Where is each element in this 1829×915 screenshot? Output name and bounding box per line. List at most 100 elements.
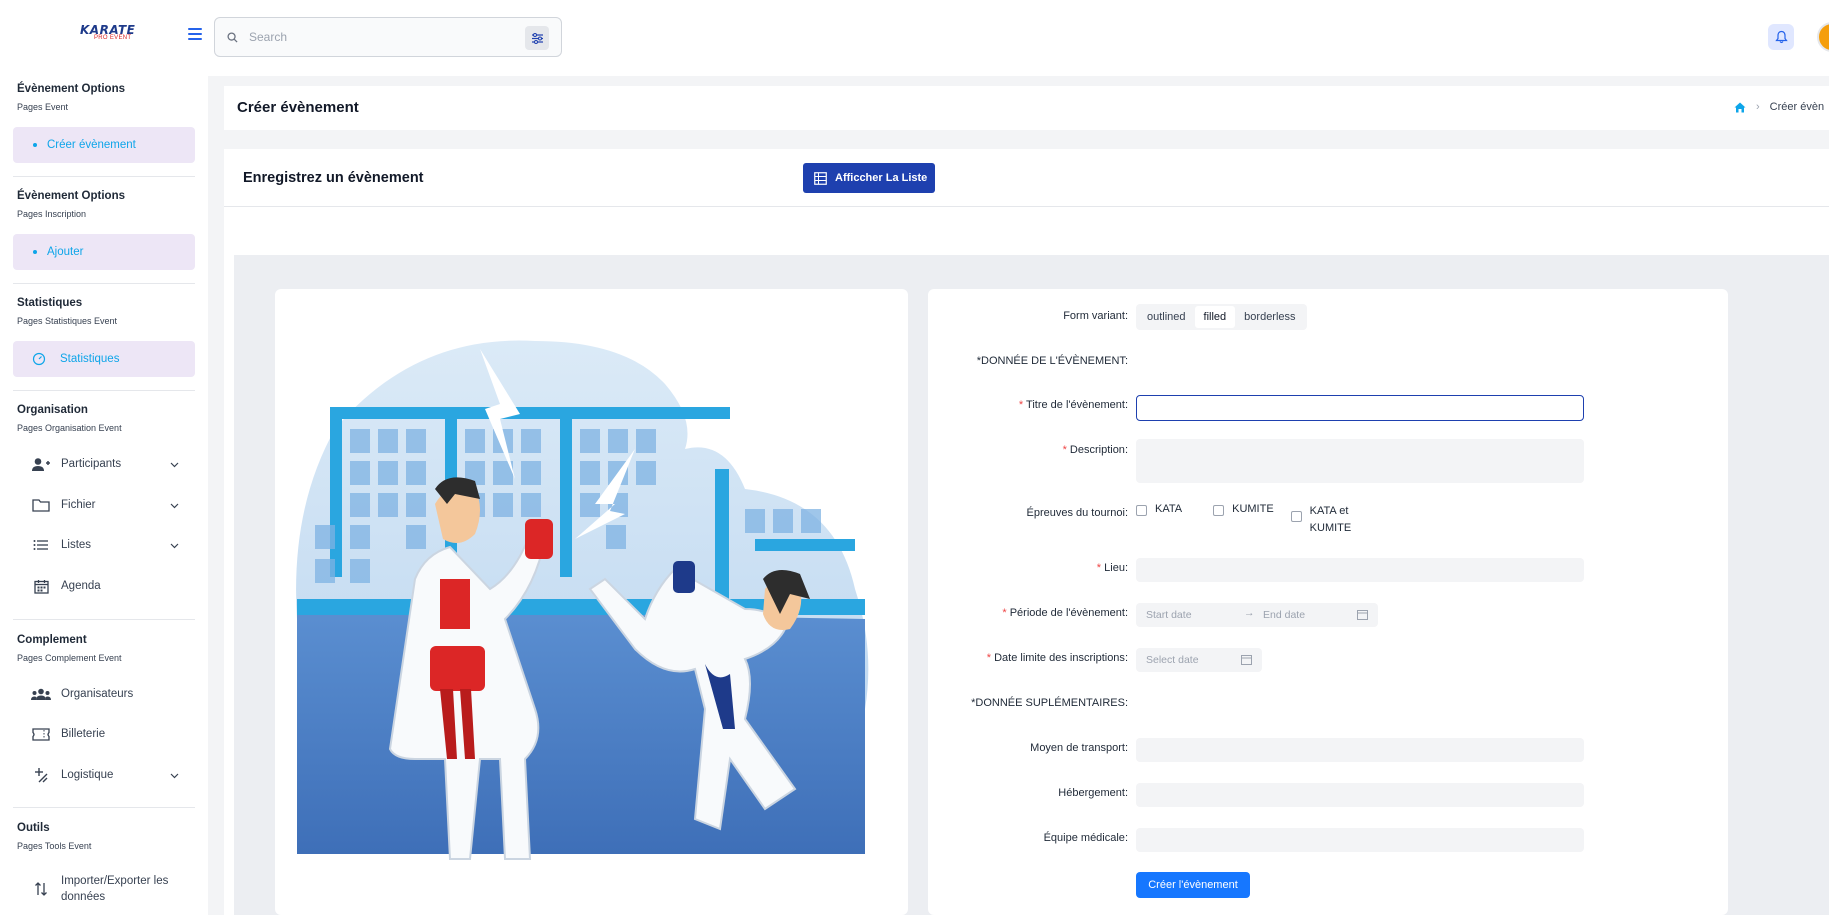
form-variant-label: Form variant: xyxy=(1063,310,1128,322)
sidebar-divider xyxy=(13,390,195,391)
sort-arrows-icon xyxy=(31,880,51,898)
variant-outlined[interactable]: outlined xyxy=(1138,306,1195,328)
medical-input[interactable] xyxy=(1137,829,1583,851)
sidebar-item-ajouter[interactable]: Ajouter xyxy=(13,234,195,270)
bullet-icon xyxy=(33,143,37,147)
variant-filled[interactable]: filled xyxy=(1194,306,1236,328)
description-label: * Description: xyxy=(1062,444,1128,456)
calendar-icon xyxy=(1241,654,1252,668)
arrow-right-icon: → xyxy=(1244,607,1255,619)
sidebar-item-label: Listes xyxy=(61,539,92,551)
section-subtitle: Pages Inscription xyxy=(17,209,87,219)
sidebar-item-label: Importer/Exporter les xyxy=(61,875,169,887)
logistics-icon xyxy=(31,766,51,784)
section-title: Organisation xyxy=(17,404,88,416)
home-icon[interactable] xyxy=(1734,102,1746,113)
sidebar-item-import-export[interactable]: Importer/Exporter les données xyxy=(31,872,191,906)
sidebar-item-fichier[interactable]: Fichier xyxy=(31,494,191,516)
events-label: Épreuves du tournoi: xyxy=(1026,507,1128,519)
transport-field[interactable] xyxy=(1136,738,1584,762)
search-box xyxy=(214,17,562,57)
deadline-date-picker[interactable]: Select date xyxy=(1136,648,1262,672)
sidebar-item-label: Créer évènement xyxy=(47,139,136,151)
table-icon xyxy=(814,171,827,185)
sidebar-item-label-cont: données xyxy=(61,891,106,903)
chevron-down-icon xyxy=(170,770,179,782)
folder-icon xyxy=(31,496,51,514)
sidebar-item-label: Agenda xyxy=(61,580,101,592)
event-form: Form variant: outlined filled borderless… xyxy=(928,289,1728,915)
sidebar-item-creer-evenement[interactable]: Créer évènement xyxy=(13,127,195,163)
sidebar-item-agenda[interactable]: Agenda xyxy=(31,575,191,597)
sidebar-item-logistique[interactable]: Logistique xyxy=(31,764,191,786)
show-list-button[interactable]: Afficcher La Liste xyxy=(803,163,935,193)
sidebar-item-label: Statistiques xyxy=(60,353,120,365)
form-variant-selector: outlined filled borderless xyxy=(1136,304,1307,330)
user-avatar[interactable] xyxy=(1817,22,1829,52)
speedometer-icon xyxy=(32,352,46,366)
lodging-field[interactable] xyxy=(1136,783,1584,807)
checkbox-label: KATA xyxy=(1155,503,1183,515)
transport-label: Moyen de transport: xyxy=(1030,742,1128,754)
start-date-input[interactable]: Start date xyxy=(1146,609,1192,621)
checkbox-kata-kumite[interactable]: KATA et KUMITE xyxy=(1290,503,1351,537)
location-field[interactable] xyxy=(1136,558,1584,582)
card-divider xyxy=(224,206,1829,207)
deadline-date-input[interactable]: Select date xyxy=(1146,654,1199,666)
show-list-label: Afficcher La Liste xyxy=(835,172,928,184)
app-logo[interactable]: KARATE PRO EVENT xyxy=(78,22,135,44)
chevron-down-icon xyxy=(170,459,179,471)
sidebar-item-participants[interactable]: Participants xyxy=(31,453,191,475)
period-range-picker[interactable]: Start date → End date xyxy=(1136,603,1378,627)
add-user-icon xyxy=(31,455,51,473)
checkbox-kumite[interactable]: KUMITE xyxy=(1213,503,1274,537)
sidebar-divider xyxy=(13,619,195,620)
search-icon xyxy=(227,31,238,46)
sidebar-item-statistiques[interactable]: Statistiques xyxy=(13,341,195,377)
top-bar: KARATE PRO EVENT xyxy=(0,0,1829,76)
variant-borderless[interactable]: borderless xyxy=(1235,306,1304,328)
section-event-label: *DONNÉE DE L'ÉVÈNEMENT: xyxy=(976,355,1128,367)
sidebar-item-billeterie[interactable]: Billeterie xyxy=(31,723,191,745)
checkbox-box[interactable] xyxy=(1213,505,1225,516)
checkbox-label: KATA et xyxy=(1309,505,1349,517)
checkbox-box[interactable] xyxy=(1290,511,1302,522)
breadcrumb-current: Créer évèn xyxy=(1769,101,1825,113)
section-title: Outils xyxy=(17,822,50,834)
section-subtitle: Pages Statistiques Event xyxy=(17,316,118,326)
transport-input[interactable] xyxy=(1137,739,1583,761)
sidebar: Évènement Options Pages Event Créer évèn… xyxy=(0,76,208,915)
create-event-button[interactable]: Créer l'évènement xyxy=(1136,872,1250,898)
sidebar-item-label: Billeterie xyxy=(61,728,106,740)
checkbox-box[interactable] xyxy=(1136,505,1147,516)
medical-field[interactable] xyxy=(1136,828,1584,852)
description-field[interactable] xyxy=(1136,439,1584,483)
section-title: Évènement Options xyxy=(17,190,125,202)
sidebar-divider xyxy=(13,283,195,284)
section-subtitle: Pages Organisation Event xyxy=(17,423,122,433)
checkbox-kata[interactable]: KATA xyxy=(1136,503,1182,537)
event-title-field[interactable] xyxy=(1136,395,1584,421)
list-icon xyxy=(31,536,51,554)
calendar-icon xyxy=(31,577,51,595)
sidebar-divider xyxy=(13,176,195,177)
sidebar-item-listes[interactable]: Listes xyxy=(31,534,191,556)
menu-toggle-icon[interactable] xyxy=(188,28,202,42)
section-subtitle: Pages Complement Event xyxy=(17,653,122,663)
sidebar-item-organisateurs[interactable]: Organisateurs xyxy=(31,683,191,705)
lodging-input[interactable] xyxy=(1137,784,1583,806)
location-input[interactable] xyxy=(1137,559,1583,581)
end-date-input[interactable]: End date xyxy=(1263,609,1305,621)
search-input[interactable] xyxy=(249,27,499,47)
chevron-down-icon xyxy=(170,500,179,512)
filter-icon[interactable] xyxy=(525,26,549,50)
event-title-input[interactable] xyxy=(1137,396,1583,420)
breadcrumb-separator-icon: › xyxy=(1756,101,1760,113)
card-title: Enregistrez un évènement xyxy=(243,170,424,186)
description-textarea[interactable] xyxy=(1137,440,1583,482)
section-title: Évènement Options xyxy=(17,83,125,95)
breadcrumb: › Créer évèn xyxy=(1734,101,1824,113)
section-extra-label: *DONNÉE SUPLÉMENTAIRES: xyxy=(971,697,1128,709)
notification-bell-icon[interactable] xyxy=(1768,24,1794,50)
group-icon xyxy=(31,685,51,703)
